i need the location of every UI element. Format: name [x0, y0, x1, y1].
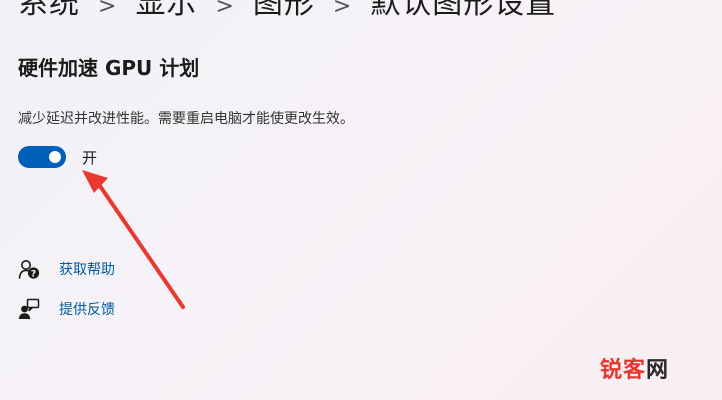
- help-person-icon: ?: [18, 258, 40, 280]
- gpu-scheduling-toggle-row: 开: [18, 146, 97, 168]
- toggle-state-label: 开: [82, 148, 98, 167]
- breadcrumb: 系统 > 显示 > 图形 > 默认图形设置: [18, 0, 556, 22]
- give-feedback-row: 提供反馈: [18, 298, 115, 320]
- gpu-scheduling-toggle[interactable]: [18, 146, 66, 168]
- toggle-knob: [49, 151, 61, 163]
- breadcrumb-item-display[interactable]: 显示: [135, 0, 197, 21]
- watermark-text-primary: 锐客: [600, 358, 647, 383]
- watermark-text-secondary: 网: [646, 358, 670, 383]
- breadcrumb-separator: >: [98, 0, 118, 19]
- breadcrumb-item-default-graphics-settings: 默认图形设置: [370, 0, 557, 21]
- gpu-scheduling-title: 硬件加速 GPU 计划: [18, 56, 200, 80]
- breadcrumb-separator: >: [332, 0, 353, 19]
- breadcrumb-separator: >: [215, 0, 235, 19]
- feedback-person-icon: [18, 298, 40, 320]
- watermark-logo: 锐客网: [600, 352, 669, 384]
- gpu-scheduling-description: 减少延迟并改进性能。需要重启电脑才能使更改生效。: [18, 111, 354, 127]
- breadcrumb-item-graphics[interactable]: 图形: [253, 0, 315, 21]
- svg-text:?: ?: [31, 270, 36, 280]
- breadcrumb-item-system[interactable]: 系统: [18, 0, 80, 21]
- get-help-row: ? 获取帮助: [18, 258, 115, 280]
- get-help-link[interactable]: 获取帮助: [59, 259, 115, 279]
- give-feedback-link[interactable]: 提供反馈: [59, 299, 115, 319]
